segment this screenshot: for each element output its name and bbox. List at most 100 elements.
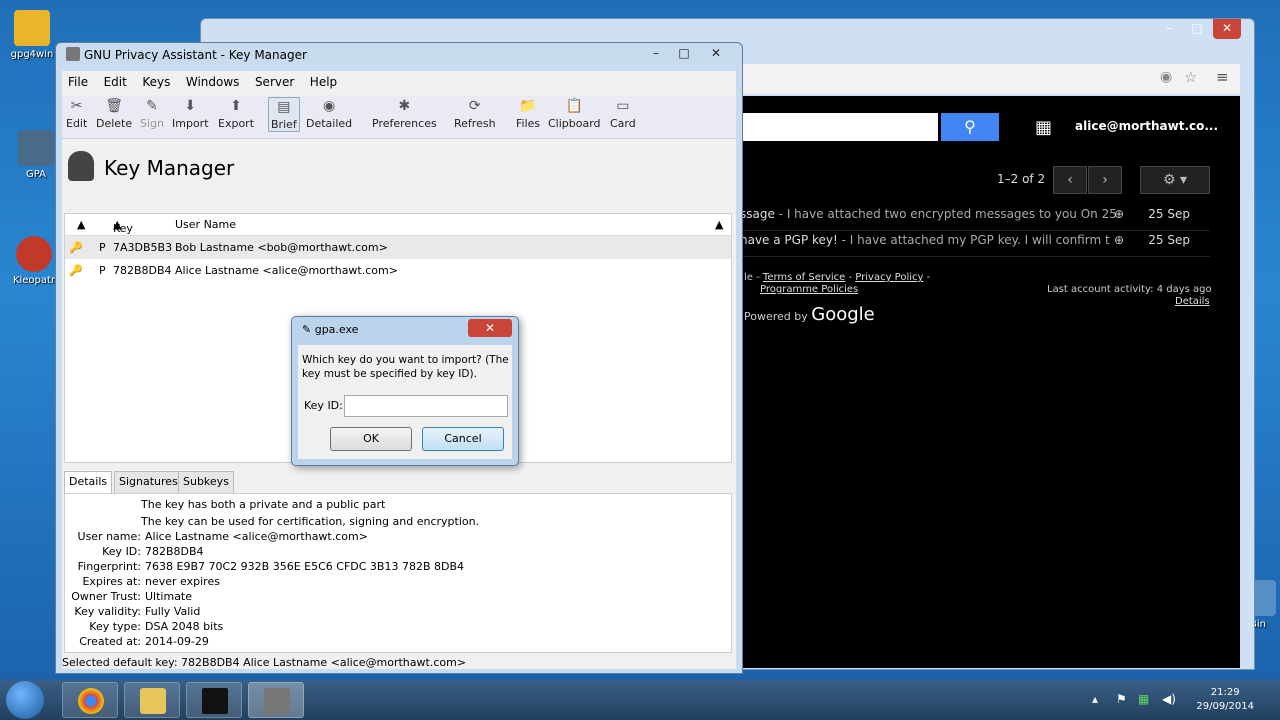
menu-help[interactable]: Help — [304, 73, 343, 91]
minimize-button[interactable]: – — [642, 45, 670, 63]
desktop-icon-gpg4win[interactable]: gpg4win — [2, 10, 62, 60]
email-row[interactable]: ssage - I have attached two encrypted me… — [740, 207, 1210, 231]
preferences-button[interactable]: ✱ Preferences — [372, 97, 437, 130]
desktop-icon-label: gpg4win — [10, 49, 54, 60]
brief-button[interactable]: ▤ Brief — [268, 97, 300, 132]
gpa-icon — [18, 130, 54, 166]
tray-up-arrow-icon[interactable]: ▴ — [1092, 692, 1098, 706]
menu-server[interactable]: Server — [249, 73, 300, 91]
lock-icon — [14, 10, 50, 46]
detail-field: Owner Trust: Ultimate — [65, 590, 192, 603]
cancel-button[interactable]: Cancel — [422, 427, 504, 451]
column-keyid[interactable]: Key ID ▲ — [113, 218, 133, 248]
close-button[interactable]: ✕ — [468, 319, 512, 337]
field-value: 782B8DB4 — [145, 545, 204, 558]
detailed-button[interactable]: ◉ Detailed — [306, 97, 352, 130]
prev-page-button[interactable]: ‹ — [1053, 166, 1087, 194]
gpa-icon — [264, 688, 290, 714]
taskbar-gpa[interactable] — [248, 682, 304, 718]
next-page-button[interactable]: › — [1088, 166, 1122, 194]
tray-network-icon[interactable]: ▦ — [1138, 692, 1149, 706]
details-link[interactable]: Details — [1175, 296, 1210, 307]
taskbar-cmd[interactable] — [186, 682, 242, 718]
refresh-button[interactable]: ⟳ Refresh — [454, 97, 496, 130]
clipboard-label: Clipboard — [548, 117, 601, 130]
powered-by-text: Powered by — [744, 310, 808, 323]
toolbar: ✂ Edit 🗑 Delete ✎ Sign ⬇ Import ⬆ Export ▤ Bri… — [62, 95, 736, 139]
search-button[interactable]: ⚲ — [941, 113, 999, 141]
detail-field: Fingerprint: 7638 E9B7 70C2 932B 356E E5C… — [65, 560, 464, 573]
edit-button[interactable]: ✂ Edit — [66, 97, 87, 130]
ok-button[interactable]: OK — [330, 427, 412, 451]
delete-button[interactable]: 🗑 Delete — [96, 97, 132, 130]
eye-icon[interactable]: ◉ — [1160, 69, 1172, 85]
field-label: Created at: — [79, 635, 141, 648]
sort-arrow-icon[interactable]: ▲ — [77, 218, 85, 231]
close-button[interactable]: ✕ — [1213, 19, 1241, 39]
tab-signatures[interactable]: Signatures — [114, 471, 183, 493]
files-button[interactable]: 📁 Files — [516, 97, 540, 130]
menu-file[interactable]: File — [62, 73, 94, 91]
apps-grid-icon[interactable]: ▦ — [1035, 117, 1052, 138]
key-row[interactable]: 🔑 P 782B8DB4 Alice Lastname <alice@morth… — [65, 259, 731, 282]
key-user: Bob Lastname <bob@morthawt.com> — [175, 241, 388, 254]
settings-button[interactable]: ⚙ ▾ — [1140, 166, 1210, 194]
card-label: Card — [610, 117, 636, 130]
maximize-button[interactable]: □ — [670, 45, 698, 63]
sort-arrow-icon[interactable]: ▲ — [715, 218, 723, 231]
key-id-input[interactable] — [344, 395, 508, 417]
key-manager-icon — [68, 151, 94, 181]
terms-link[interactable]: Terms of Service — [763, 272, 845, 283]
field-label: Key type: — [89, 620, 141, 633]
field-label: Key ID: — [102, 545, 141, 558]
star-icon[interactable]: ☆ — [1184, 68, 1197, 86]
tab-details[interactable]: Details — [64, 471, 113, 493]
scissors-icon: ✂ — [70, 98, 83, 114]
sign-button[interactable]: ✎ Sign — [140, 97, 164, 130]
export-button[interactable]: ⬆ Export — [218, 97, 254, 130]
email-snippet: - I have attached two encrypted messages… — [774, 207, 1117, 221]
menu-icon[interactable]: ≡ — [1216, 68, 1229, 86]
tab-subkeys[interactable]: Subkeys — [178, 471, 234, 493]
taskbar-explorer[interactable] — [124, 682, 180, 718]
programme-policies-link[interactable]: Programme Policies — [760, 284, 858, 295]
field-label: Expires at: — [82, 575, 141, 588]
clock-date: 29/09/2014 — [1196, 701, 1254, 712]
key-row[interactable]: 🔑 P 7A3DB5B3 Bob Lastname <bob@morthawt.… — [65, 236, 731, 259]
card-icon: ▭ — [616, 98, 630, 114]
desktop-icon-label: Kleopatr — [12, 275, 56, 286]
page-title: Key Manager — [68, 151, 234, 181]
account-name[interactable]: alice@morthawt.co... — [1075, 119, 1218, 133]
menu-edit[interactable]: Edit — [98, 73, 133, 91]
refresh-label: Refresh — [454, 117, 496, 130]
detailed-label: Detailed — [306, 117, 353, 130]
field-value: 7638 E9B7 70C2 932B 356E E5C6 CFDC 3B13 … — [145, 560, 465, 573]
pen-icon: ✎ — [146, 98, 158, 114]
privacy-link[interactable]: Privacy Policy — [855, 272, 923, 283]
key-list-header: ▲ Key ID ▲ User Name ▲ — [65, 214, 731, 248]
clipboard-button[interactable]: 📋 Clipboard — [548, 97, 601, 130]
detail-field: Key validity: Fully Valid — [65, 605, 200, 618]
maximize-button[interactable]: □ — [1183, 19, 1211, 39]
import-button[interactable]: ⬇ Import — [172, 97, 209, 130]
export-label: Export — [218, 117, 255, 130]
clock[interactable]: 21:29 29/09/2014 — [1196, 686, 1254, 714]
start-button[interactable] — [6, 681, 44, 719]
folder-icon — [140, 688, 166, 714]
minimize-button[interactable]: – — [1155, 19, 1183, 39]
column-username[interactable]: User Name — [175, 218, 236, 231]
email-row[interactable]: have a PGP key! - I have attached my PGP… — [740, 233, 1210, 257]
preferences-label: Preferences — [372, 117, 437, 130]
field-label: User name: — [77, 530, 141, 543]
tray-volume-icon[interactable]: ◀) — [1162, 692, 1176, 706]
gmail-search-input[interactable] — [740, 113, 938, 141]
close-button[interactable]: ✕ — [702, 45, 730, 63]
menu-windows[interactable]: Windows — [180, 73, 246, 91]
card-button[interactable]: ▭ Card — [610, 97, 636, 130]
field-value: 2014-09-29 — [145, 635, 209, 648]
tray-flag-icon[interactable]: ⚑ — [1116, 692, 1127, 706]
taskbar-chrome[interactable] — [62, 682, 118, 718]
dialog-message: Which key do you want to import? (The ke… — [302, 354, 509, 380]
menu-keys[interactable]: Keys — [136, 73, 176, 91]
files-label: Files — [516, 117, 541, 130]
